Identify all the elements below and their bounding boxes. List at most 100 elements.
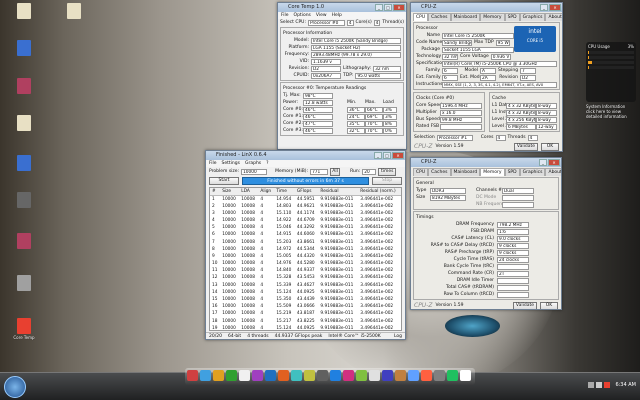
dock-app-icon[interactable] [226, 370, 237, 381]
desktop-icon[interactable]: Core Temp [8, 318, 40, 350]
menu-view[interactable]: View [316, 12, 327, 19]
close-button[interactable]: ✕ [392, 152, 404, 159]
desktop-icon[interactable] [8, 233, 40, 265]
ok-button[interactable]: OK [540, 301, 558, 309]
table-row[interactable]: 6 10000 10008 4 14.915 44.6060 9.919883e-011 3.… [210, 231, 401, 238]
cpu-select[interactable]: Processor #0 [307, 19, 345, 26]
memory-input[interactable]: 771 [310, 168, 329, 175]
maximize-button[interactable]: □ [384, 4, 392, 11]
maximize-button[interactable]: □ [383, 152, 391, 159]
tab-graphics[interactable]: Graphics [519, 168, 546, 176]
table-row[interactable]: 9 10000 10008 4 15.005 44.4320 9.919883e-011 3.… [210, 253, 401, 260]
menu-file[interactable]: File [281, 12, 289, 19]
table-row[interactable]: 14 10000 10008 4 15.124 44.0925 9.919883e-011 3… [210, 289, 401, 296]
problem-size-input[interactable]: 10000 [241, 168, 268, 175]
start-button[interactable] [4, 376, 26, 398]
table-row[interactable]: 1 10000 10008 4 14.954 44.5951 9.919883e-011 3.… [210, 195, 401, 203]
column-header[interactable]: Size [220, 188, 240, 196]
table-row[interactable]: 2 10000 10008 4 14.803 44.9621 9.919883e-011 3.… [210, 203, 401, 210]
dock-app-icon[interactable] [317, 370, 328, 381]
table-row[interactable]: 13 10000 10008 4 15.339 43.4627 9.919883e-011 3… [210, 282, 401, 289]
table-row[interactable]: 19 10000 10008 4 15.124 44.0925 9.919883e-011 3… [210, 325, 401, 330]
close-button[interactable]: ✕ [393, 4, 405, 11]
desktop-icon[interactable] [8, 155, 40, 187]
desktop-icon[interactable] [8, 275, 40, 307]
column-header[interactable]: GFlops [294, 188, 319, 196]
table-row[interactable]: 18 10000 10008 4 15.217 43.8225 9.919883e-011 3… [210, 318, 401, 325]
tab-caches[interactable]: Caches [428, 168, 451, 176]
cpuz-memory-window[interactable]: CPU-Z _ ✕ CPU Caches Mainboard Memory SPD Grap… [410, 157, 562, 310]
menu-help[interactable]: ? [266, 160, 268, 167]
validate-button[interactable]: Validate [513, 301, 537, 309]
dock-app-icon[interactable] [369, 370, 380, 381]
tab-mainboard[interactable]: Mainboard [450, 13, 481, 21]
coretemp-window[interactable]: Core Temp 1.0 _ □ ✕ File Options View Help Se… [277, 2, 407, 150]
minimize-button[interactable]: _ [540, 4, 548, 11]
dock-app-icon[interactable] [252, 370, 263, 381]
dock-app-icon[interactable] [421, 370, 432, 381]
minimize-button[interactable]: _ [539, 159, 547, 166]
dock-app-icon[interactable] [239, 370, 250, 381]
run-input[interactable]: 20 [362, 168, 377, 175]
table-row[interactable]: 11 10000 10008 4 14.840 44.9337 9.919883e-011 3… [210, 267, 401, 274]
tab-caches[interactable]: Caches [428, 13, 451, 21]
results-table-container[interactable]: # Size LDA Align Time GFlops Residual Residual … [209, 187, 402, 331]
validate-button[interactable]: Validate [514, 142, 538, 151]
dock-app-icon[interactable] [356, 370, 367, 381]
cpu-usage-gadget[interactable]: CPU Usage 3% [586, 42, 636, 102]
all-button[interactable]: All [330, 167, 341, 176]
cpuz-titlebar[interactable]: CPU-Z _ ✕ [411, 3, 562, 12]
dock-app-icon[interactable] [291, 370, 302, 381]
dock-app-icon[interactable] [382, 370, 393, 381]
desktop-icon[interactable] [8, 115, 40, 147]
tab-cpu[interactable]: CPU [413, 13, 429, 21]
desktop-icon[interactable] [8, 192, 40, 224]
tab-graphics[interactable]: Graphics [519, 13, 546, 21]
table-row[interactable]: 12 10000 10008 4 15.328 43.5453 9.919883e-011 3… [210, 274, 401, 281]
desktop-icon[interactable] [58, 3, 90, 35]
minimize-button[interactable]: _ [374, 152, 382, 159]
table-row[interactable]: 8 10000 10008 4 14.972 44.5344 9.919883e-011 3.… [210, 246, 401, 253]
coretemp-titlebar[interactable]: Core Temp 1.0 _ □ ✕ [278, 3, 406, 12]
tab-spd[interactable]: SPD [504, 13, 520, 21]
table-row[interactable]: 7 10000 10008 4 15.203 43.8661 9.919883e-011 3.… [210, 238, 401, 245]
times-dropdown[interactable]: times [378, 167, 397, 176]
tab-about[interactable]: About [545, 168, 561, 176]
dock-app-icon[interactable] [343, 370, 354, 381]
dock-app-icon[interactable] [200, 370, 211, 381]
dock-app-icon[interactable] [330, 370, 341, 381]
table-row[interactable]: 16 10000 10008 4 15.509 43.0666 9.919883e-011 3… [210, 303, 401, 310]
dock-app-icon[interactable] [278, 370, 289, 381]
tab-about[interactable]: About [545, 13, 562, 21]
system-info-gadget[interactable]: System Information click here to view de… [586, 104, 636, 119]
desktop-icon[interactable] [8, 3, 40, 35]
volume-icon[interactable] [596, 382, 602, 388]
stop-button[interactable]: Stop [372, 177, 402, 185]
tab-memory[interactable]: Memory [480, 13, 505, 21]
menu-file[interactable]: File [209, 160, 217, 167]
table-row[interactable]: 10 10000 10008 4 14.976 44.5280 9.919883e-011 3… [210, 260, 401, 267]
status-cell[interactable]: Log [394, 334, 402, 339]
linx-window[interactable]: Finished - LinX 0.6.4 _ □ ✕ File Settings Gr… [205, 150, 406, 340]
menu-options[interactable]: Options [294, 12, 311, 19]
tab-mainboard[interactable]: Mainboard [450, 168, 481, 176]
tab-cpu[interactable]: CPU [413, 168, 429, 176]
dock-app-icon[interactable] [187, 370, 198, 381]
column-header[interactable]: LDA [239, 188, 259, 196]
dock-app-icon[interactable] [447, 370, 458, 381]
dock-app-icon[interactable] [408, 370, 419, 381]
linx-titlebar[interactable]: Finished - LinX 0.6.4 _ □ ✕ [206, 151, 405, 160]
dock-app-icon[interactable] [213, 370, 224, 381]
start-button[interactable]: Start [209, 177, 239, 185]
minimize-button[interactable]: _ [375, 4, 383, 11]
table-row[interactable]: 15 10000 10008 4 15.350 43.4439 9.919883e-011 3… [210, 296, 401, 303]
table-row[interactable]: 17 10000 10008 4 15.219 43.8187 9.919883e-011 3… [210, 310, 401, 317]
dock-app-icon[interactable] [265, 370, 276, 381]
ok-button[interactable]: OK [541, 142, 559, 151]
menu-help[interactable]: Help [332, 12, 342, 19]
dock-app-icon[interactable] [434, 370, 445, 381]
table-row[interactable]: 5 10000 10008 4 15.046 44.3292 9.919883e-011 3.… [210, 224, 401, 231]
column-header[interactable]: Align [258, 188, 275, 196]
table-row[interactable]: 4 10000 10008 4 14.922 44.6709 9.919883e-011 3.… [210, 217, 401, 224]
dock-app-icon[interactable] [460, 370, 471, 381]
